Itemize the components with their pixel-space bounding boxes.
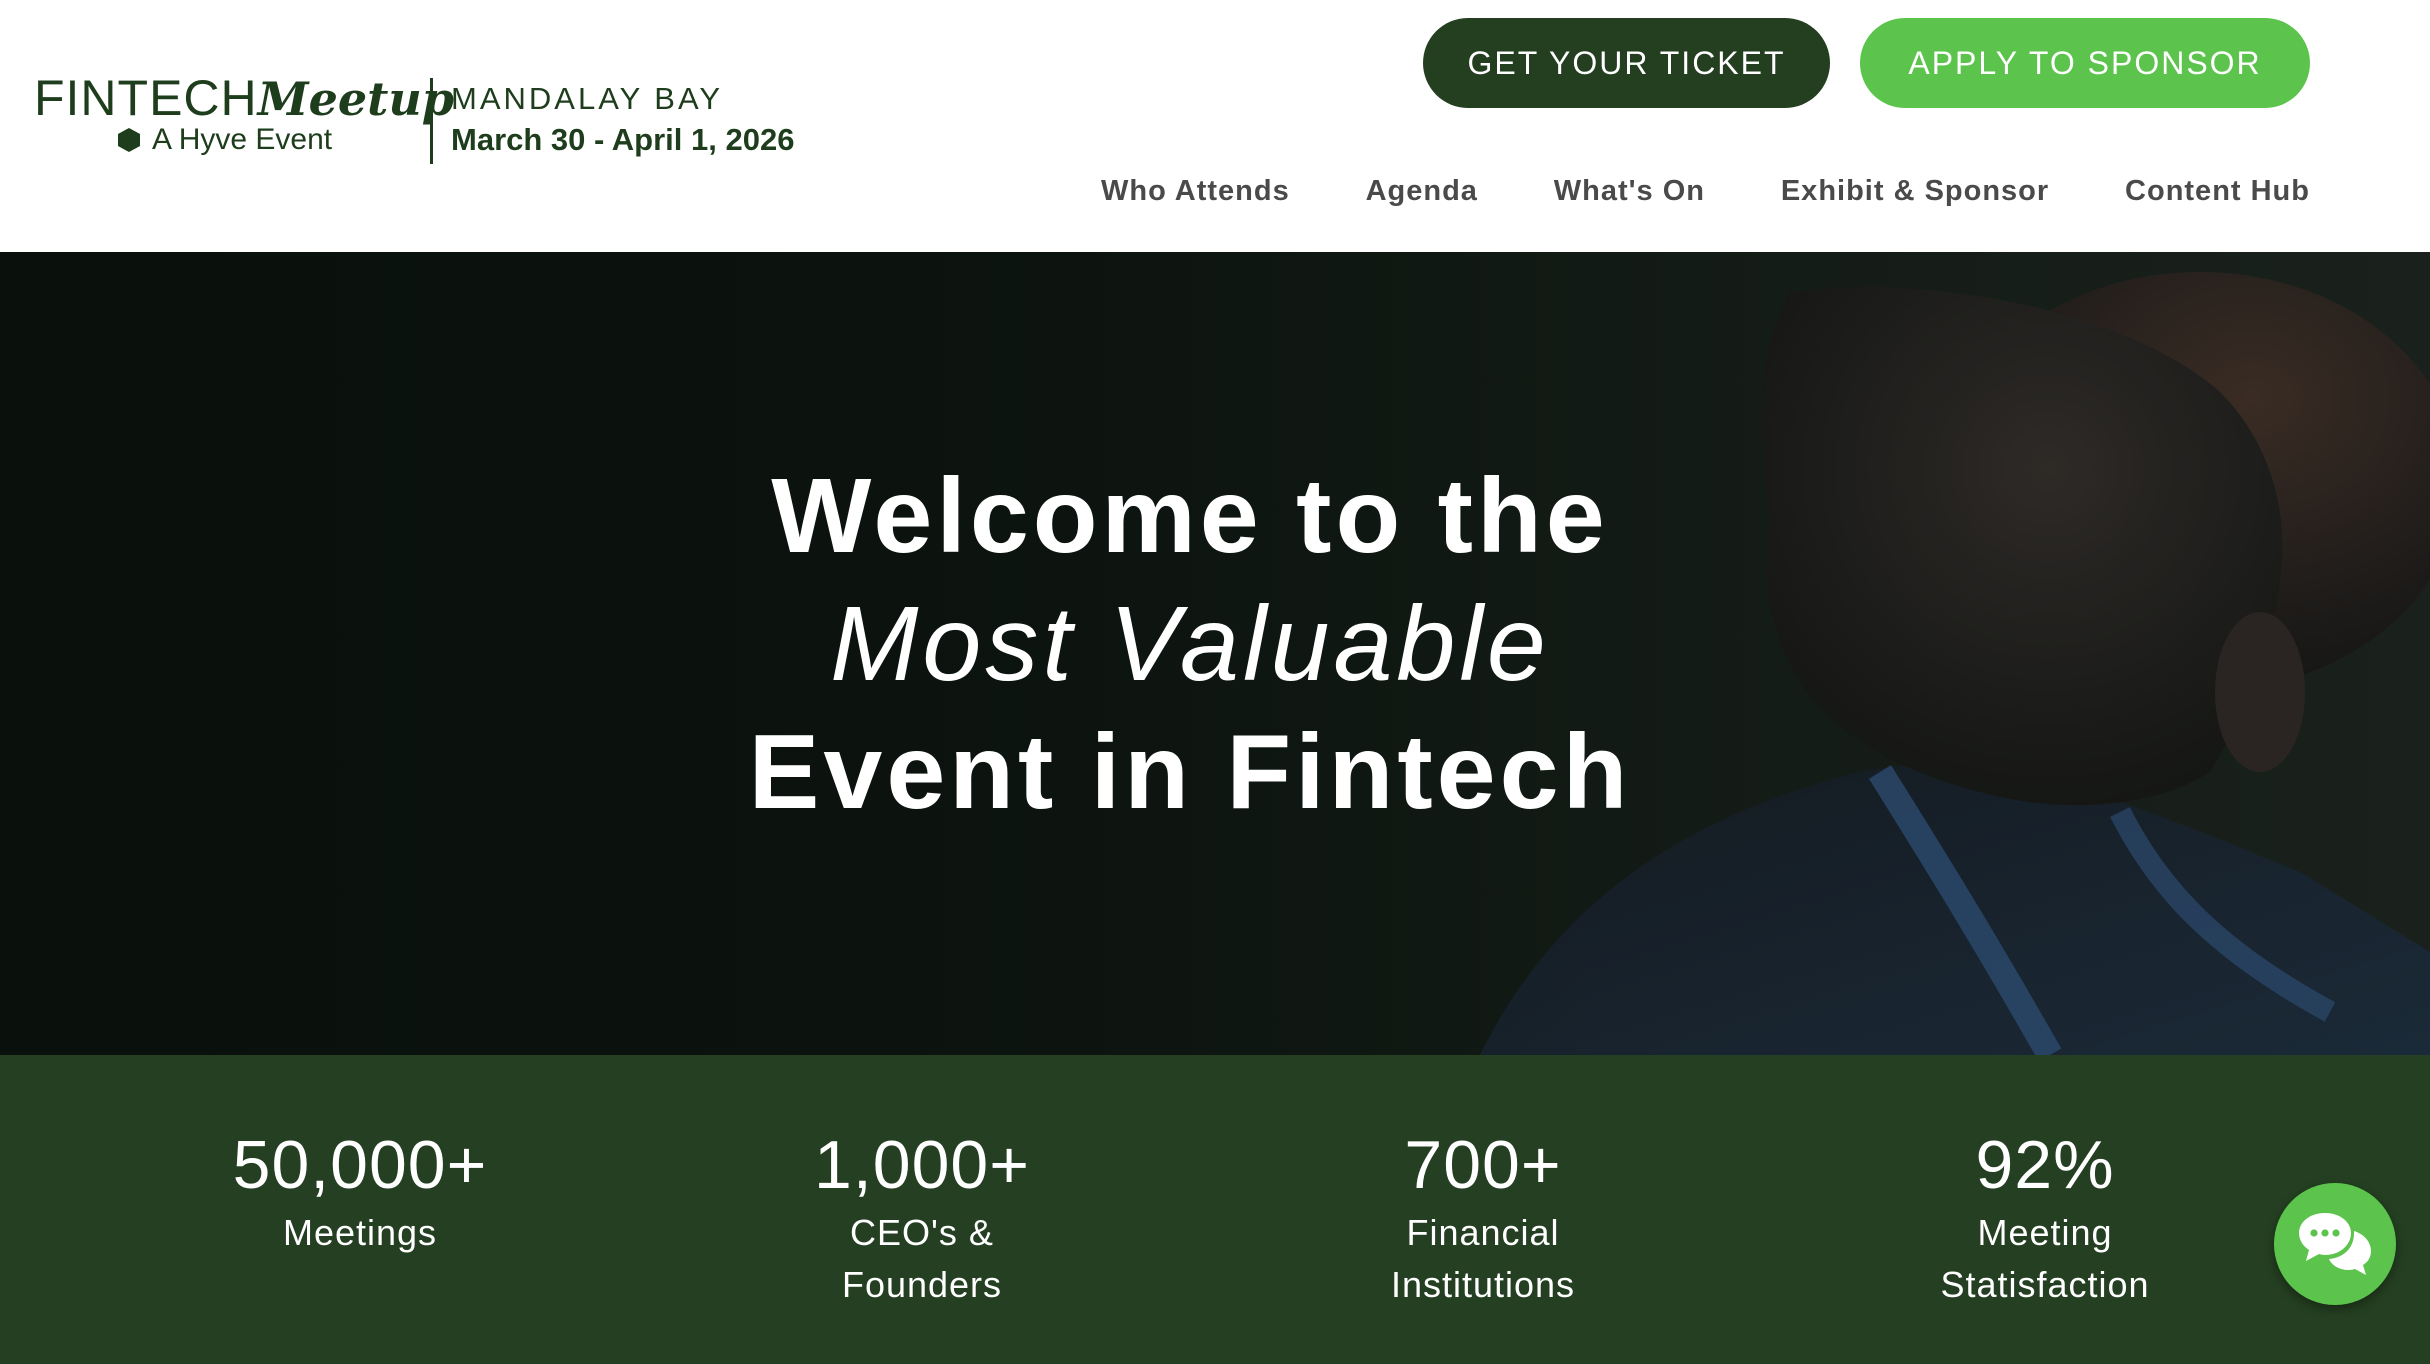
stats-band: 50,000+ Meetings 1,000+ CEO's & Founders… bbox=[0, 1055, 2430, 1364]
stat-label: Meeting Statisfaction bbox=[1940, 1212, 2150, 1305]
stat-label: Financial Institutions bbox=[1390, 1212, 1576, 1305]
stat-ceos-founders: 1,000+ CEO's & Founders bbox=[712, 1123, 1132, 1311]
nav-item-content-hub[interactable]: Content Hub bbox=[2125, 175, 2310, 208]
logo-wordmark: FINTECHMeetup bbox=[34, 70, 454, 127]
venue-name: MANDALAY BAY bbox=[451, 81, 724, 116]
get-ticket-button[interactable]: GET YOUR TICKET bbox=[1423, 18, 1830, 108]
hexagon-icon bbox=[118, 128, 140, 152]
stat-label: Meetings bbox=[282, 1212, 438, 1253]
chat-button[interactable] bbox=[2274, 1183, 2396, 1305]
logo-tagline-row: A Hyve Event bbox=[116, 122, 332, 158]
apply-sponsor-button[interactable]: APPLY TO SPONSOR bbox=[1860, 18, 2310, 108]
nav-item-whats-on[interactable]: What's On bbox=[1554, 175, 1705, 208]
stat-label: CEO's & Founders bbox=[841, 1212, 1003, 1305]
logo-brand-prefix: FINTECH bbox=[34, 70, 258, 126]
stat-meetings: 50,000+ Meetings bbox=[150, 1123, 570, 1259]
event-dates: March 30 - April 1, 2026 bbox=[451, 122, 795, 157]
venue-info: MANDALAY BAY March 30 - April 1, 2026 bbox=[451, 80, 794, 162]
nav-item-who-attends[interactable]: Who Attends bbox=[1101, 175, 1290, 208]
hero-title-line-2: Most Valuable bbox=[830, 585, 1550, 703]
stat-value: 50,000+ bbox=[232, 1127, 488, 1203]
stat-meeting-satisfaction: 92% Meeting Statisfaction bbox=[1835, 1123, 2255, 1311]
stat-value: 92% bbox=[1975, 1127, 2115, 1203]
logo-tagline: A Hyve Event bbox=[152, 123, 333, 156]
site-logo[interactable]: FINTECHMeetup A Hyve Event bbox=[34, 70, 454, 170]
chat-bubbles-icon bbox=[2299, 1213, 2371, 1275]
hero-title-line-3: Event in Fintech bbox=[748, 713, 1632, 831]
logo-divider bbox=[430, 78, 433, 164]
hero-section: Welcome to the Most Valuable Event in Fi… bbox=[0, 252, 2430, 1055]
stat-financial-institutions: 700+ Financial Institutions bbox=[1273, 1123, 1693, 1311]
site-header: FINTECHMeetup A Hyve Event MANDALAY BAY … bbox=[0, 0, 2430, 252]
main-nav: Who Attends Agenda What's On Exhibit & S… bbox=[1101, 170, 2310, 212]
hero-title: Welcome to the Most Valuable Event in Fi… bbox=[500, 452, 1880, 836]
hero-title-line-1: Welcome to the bbox=[771, 457, 1609, 575]
stat-value: 700+ bbox=[1404, 1127, 1562, 1203]
stat-value: 1,000+ bbox=[814, 1127, 1030, 1203]
logo-brand-suffix: Meetup bbox=[257, 72, 454, 126]
nav-item-exhibit-sponsor[interactable]: Exhibit & Sponsor bbox=[1781, 175, 2049, 208]
nav-item-agenda[interactable]: Agenda bbox=[1366, 175, 1478, 208]
